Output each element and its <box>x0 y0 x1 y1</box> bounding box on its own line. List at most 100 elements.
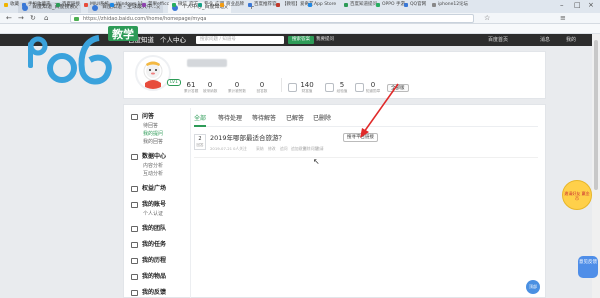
question-meta-item[interactable]: 采纳 <box>256 146 264 151</box>
question-meta-item: 0人关注 <box>233 146 247 151</box>
home-icon[interactable]: ⌂ <box>44 14 48 23</box>
right-link-home[interactable]: 百度首页 <box>488 34 508 46</box>
invite-friends-badge[interactable]: 邀请好友 赢金币 <box>562 180 592 210</box>
menu-icon[interactable]: ≡ <box>560 14 566 23</box>
mouse-cursor-icon: ↖ <box>313 157 320 166</box>
sidebar-section-heading[interactable]: 我的历程 <box>131 257 166 265</box>
active-tab-indicator <box>194 125 206 127</box>
bookmark-item[interactable]: QQ官网 <box>404 2 426 8</box>
tab-awaiting-answer[interactable]: 等待解答 <box>252 115 276 123</box>
ask-button[interactable]: 我要提问 <box>312 36 338 44</box>
bookmark-favicon-icon <box>404 3 408 7</box>
right-link-mine[interactable]: 我的 <box>566 34 576 46</box>
url-field[interactable]: https://zhidao.baidu.com/ihome/homepage/… <box>70 14 474 23</box>
section-icon <box>131 290 138 296</box>
sidebar-section-heading[interactable]: 我的任务 <box>131 241 166 249</box>
bookmark-item[interactable]: 微信_官方 <box>172 2 198 8</box>
sidebar-item[interactable]: 我的回答 <box>143 139 163 146</box>
question-title[interactable]: 2019年哪部最适合旅游？ <box>210 134 285 142</box>
bookmark-favicon-icon <box>56 3 60 7</box>
right-link-messages[interactable]: 消息 <box>540 34 550 46</box>
answer-count-box: 2 回答 <box>194 134 206 150</box>
bookmark-item[interactable]: 苹果efficc <box>142 2 169 8</box>
bookmark-favicon-icon <box>84 3 88 7</box>
bookmark-favicon-icon <box>308 3 312 7</box>
avatar-image-icon <box>143 61 163 89</box>
bookmark-item[interactable]: 百度知道提问 <box>344 2 377 8</box>
question-meta-item[interactable]: 追问 <box>280 146 288 151</box>
search-input[interactable]: 搜索问题 / 知道号 <box>196 36 284 44</box>
star-icon[interactable]: ☆ <box>484 14 490 23</box>
sidebar-section-heading[interactable]: 我的物品 <box>131 273 166 281</box>
bookmark-favicon-icon <box>172 3 176 7</box>
maximize-icon[interactable]: □ <box>574 1 581 9</box>
bookmark-favicon-icon <box>276 3 280 7</box>
forward-icon[interactable]: → <box>18 14 24 23</box>
level-badge: LV1 <box>167 79 181 86</box>
sidebar-section-heading[interactable]: 我的团队 <box>131 225 166 233</box>
bookmark-favicon-icon <box>220 3 224 7</box>
sidebar-section-heading[interactable]: 我的账号 <box>131 201 166 209</box>
sidebar-item[interactable]: 内容分析 <box>143 163 163 170</box>
section-icon <box>131 154 138 160</box>
bookmark-favicon-icon <box>432 3 436 7</box>
sidebar-section-heading[interactable]: 权益广场 <box>131 185 166 193</box>
avatar[interactable] <box>135 55 171 91</box>
bookmark-favicon-icon <box>22 3 26 7</box>
sidebar-section-heading[interactable]: 数据中心 <box>131 153 166 161</box>
question-meta-item[interactable]: 修改 <box>268 146 276 151</box>
bookmark-favicon-icon <box>344 3 348 7</box>
tab-all[interactable]: 全部 <box>194 115 206 123</box>
sidebar-item[interactable]: 个人认证 <box>143 211 163 218</box>
section-icon <box>131 258 138 264</box>
question-meta-item[interactable]: 邀请 <box>316 146 324 151</box>
back-to-top-button[interactable]: 顶部 <box>526 280 540 294</box>
stat-answers: 61 累计答题 <box>184 81 199 93</box>
minimize-icon[interactable]: – <box>560 1 564 9</box>
bookmark-favicon-icon <box>376 3 380 7</box>
question-meta-item: 2019-07-21 <box>210 146 233 151</box>
bookmark-item[interactable]: Windows 11 <box>110 2 143 8</box>
reload-icon[interactable]: ↻ <box>30 14 36 23</box>
stat-replies: 0 回答数 <box>256 81 268 93</box>
sidebar-section-heading[interactable]: 我的反馈 <box>131 289 166 297</box>
sidebar-item[interactable]: 互动分析 <box>143 171 163 178</box>
bookmark-item[interactable]: 手机收藏夹 <box>22 2 51 8</box>
section-icon <box>131 242 138 248</box>
bookmark-favicon-icon <box>110 3 114 7</box>
bookmark-item[interactable]: MIUI系统 <box>84 2 109 8</box>
bookmark-favicon-icon <box>198 3 202 7</box>
section-icon <box>131 114 138 120</box>
section-icon <box>131 226 138 232</box>
close-window-icon[interactable]: × <box>588 1 594 9</box>
stat-likes: 0 累计被赞数 <box>228 81 246 93</box>
sidebar-section-heading[interactable]: 问答 <box>131 113 154 121</box>
search-button[interactable]: 搜索答案 <box>288 36 314 44</box>
bookmark-item[interactable]: 百度推荐官 <box>248 2 277 8</box>
bookmark-item[interactable]: OPPO 手游 <box>376 2 405 8</box>
wealth-icon <box>288 83 297 92</box>
section-icon <box>131 186 138 192</box>
section-icon <box>131 202 138 208</box>
bookmark-item[interactable]: 收藏 <box>4 2 19 8</box>
bookmark-item[interactable]: 百度链接 <box>56 2 80 8</box>
bookmark-favicon-icon <box>4 3 8 7</box>
lock-icon <box>74 17 79 21</box>
sidebar-divider <box>190 108 191 298</box>
scrollbar-thumb[interactable] <box>594 40 598 190</box>
back-icon[interactable]: ← <box>6 14 12 23</box>
section-icon <box>131 274 138 280</box>
sidebar-item[interactable]: 我的提问 <box>143 131 163 138</box>
divider <box>281 78 282 92</box>
bookmark-item[interactable]: iphone12论坛 <box>432 2 468 8</box>
username-blurred <box>187 59 227 67</box>
svg-text:教学: 教学 <box>111 27 134 41</box>
bookmark-item[interactable]: 商业品牌 <box>220 2 244 8</box>
bookmark-favicon-icon <box>248 3 252 7</box>
bookmark-favicon-icon <box>142 3 146 7</box>
feedback-button[interactable]: 意见反馈 <box>578 256 598 278</box>
stat-adopted: 0 被采纳数 <box>203 81 218 93</box>
sidebar-item[interactable]: 待回答 <box>143 123 158 130</box>
tab-pending[interactable]: 等待处理 <box>218 115 242 123</box>
bookmark-item[interactable]: App Store <box>308 2 336 8</box>
